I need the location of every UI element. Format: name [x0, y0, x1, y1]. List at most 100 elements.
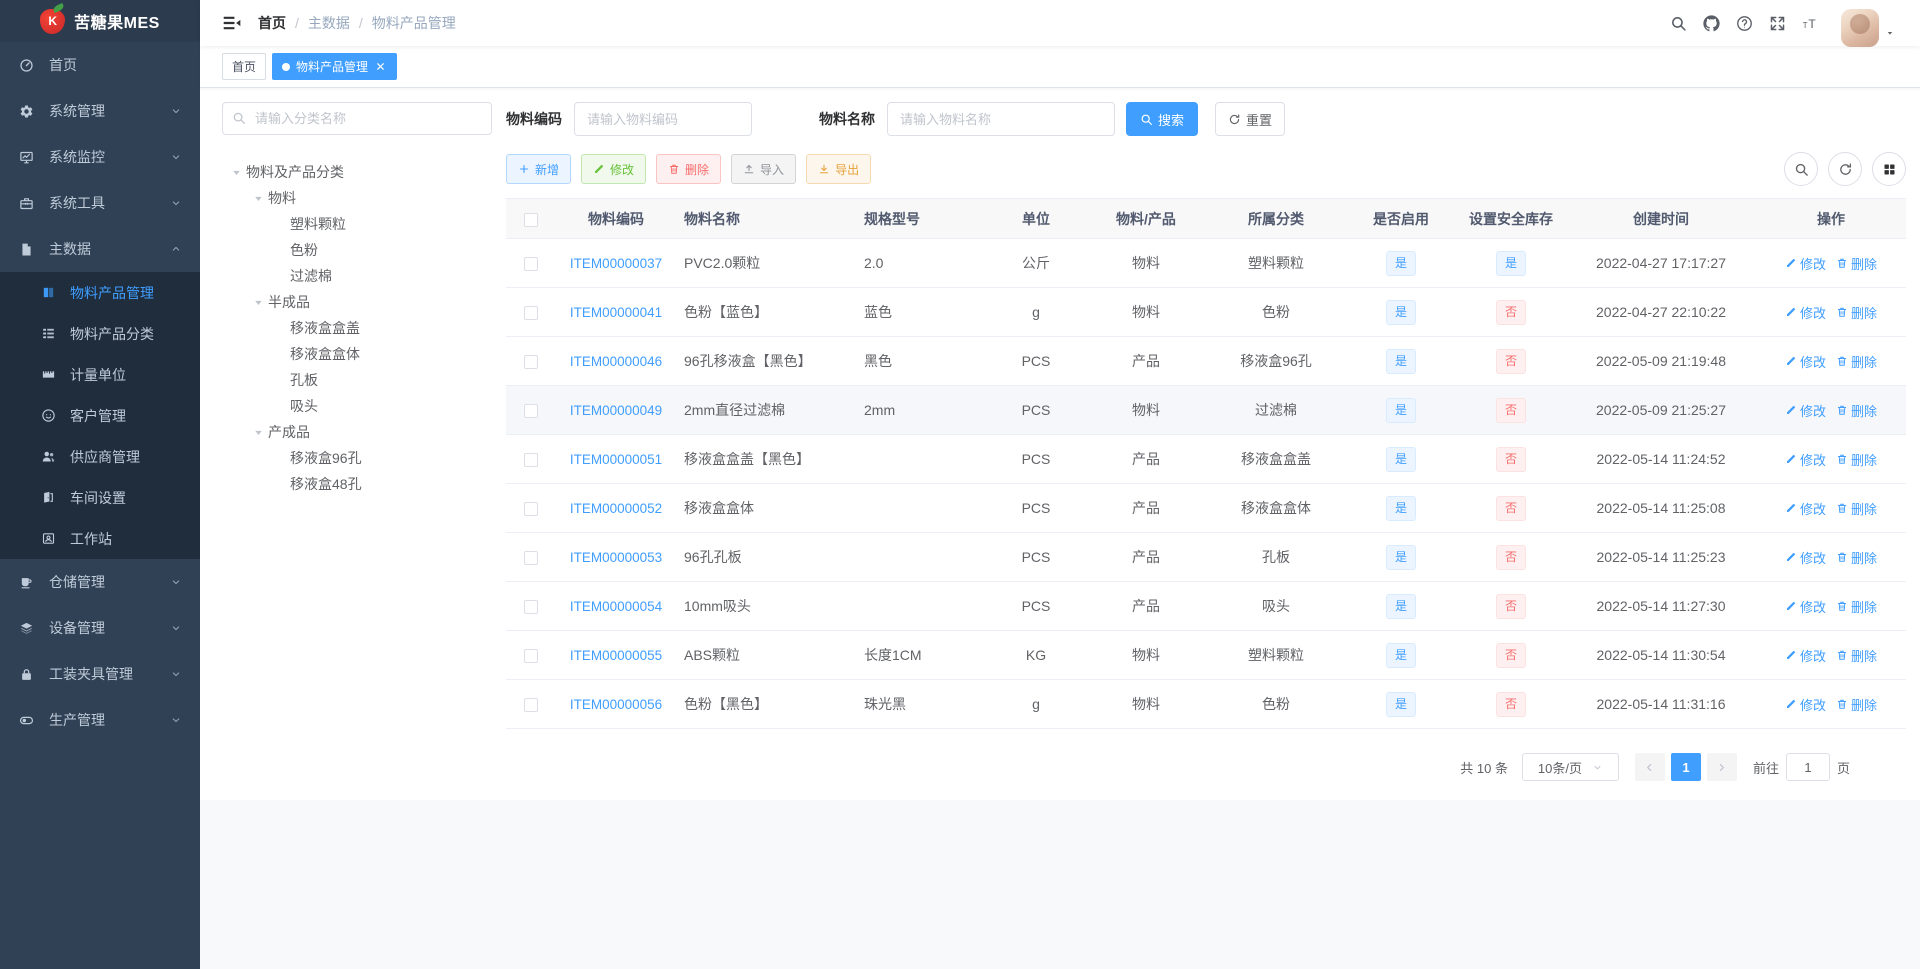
column-header[interactable]: 规格型号 — [856, 198, 986, 239]
reset-button[interactable]: 重置 — [1215, 102, 1286, 136]
import-button[interactable]: 导入 — [731, 154, 797, 184]
delete-link[interactable]: 删除 — [1836, 450, 1877, 469]
edit-link[interactable]: 修改 — [1785, 499, 1826, 518]
next-page-button[interactable] — [1706, 753, 1737, 781]
help-icon[interactable] — [1736, 15, 1753, 32]
user-menu[interactable] — [1841, 9, 1895, 47]
edit-link[interactable]: 修改 — [1785, 254, 1826, 273]
sidebar-subitem-material-product-category[interactable]: 物料产品分类 — [0, 313, 200, 354]
column-settings-button[interactable] — [1872, 152, 1906, 186]
sidebar-subitem-workshop-setting[interactable]: 车间设置 — [0, 477, 200, 518]
sidebar-item-system-monitor[interactable]: 系统监控 — [0, 134, 200, 180]
material-code-link[interactable]: ITEM00000049 — [570, 403, 662, 418]
tree-node[interactable]: 产成品 — [222, 419, 492, 445]
tree-node[interactable]: 色粉 — [222, 237, 492, 263]
select-all-checkbox[interactable] — [524, 212, 538, 227]
row-checkbox[interactable] — [524, 404, 538, 419]
edit-link[interactable]: 修改 — [1785, 548, 1826, 567]
material-code-link[interactable]: ITEM00000054 — [570, 599, 662, 614]
toggle-search-button[interactable] — [1784, 152, 1818, 186]
row-checkbox[interactable] — [524, 306, 538, 321]
delete-button[interactable]: 删除 — [656, 154, 722, 184]
fullscreen-icon[interactable] — [1769, 15, 1786, 32]
sidebar-item-home[interactable]: 首页 — [0, 42, 200, 88]
tree-node[interactable]: 过滤棉 — [222, 263, 492, 289]
tree-node[interactable]: 塑料颗粒 — [222, 211, 492, 237]
github-icon[interactable] — [1703, 14, 1720, 32]
delete-link[interactable]: 删除 — [1836, 548, 1877, 567]
close-icon[interactable] — [374, 60, 387, 73]
page-size-select[interactable]: 10条/页 — [1521, 753, 1619, 781]
column-header[interactable]: 创建时间 — [1566, 198, 1756, 239]
search-icon[interactable] — [1670, 15, 1687, 32]
material-code-link[interactable]: ITEM00000053 — [570, 550, 662, 565]
sidebar-subitem-material-product-mgmt[interactable]: 物料产品管理 — [0, 272, 200, 313]
material-code-link[interactable]: ITEM00000046 — [570, 354, 662, 369]
column-header[interactable]: 所属分类 — [1206, 198, 1346, 239]
tree-node[interactable]: 孔板 — [222, 367, 492, 393]
delete-link[interactable]: 删除 — [1836, 254, 1877, 273]
delete-link[interactable]: 删除 — [1836, 695, 1877, 714]
sidebar-item-production-mgmt[interactable]: 生产管理 — [0, 697, 200, 743]
sidebar-item-equipment-mgmt[interactable]: 设备管理 — [0, 605, 200, 651]
material-code-link[interactable]: ITEM00000051 — [570, 452, 662, 467]
tree-node[interactable]: 移液盒96孔 — [222, 445, 492, 471]
avatar[interactable] — [1841, 9, 1879, 47]
tab-home[interactable]: 首页 — [222, 53, 267, 80]
edit-button[interactable]: 修改 — [581, 154, 647, 184]
column-header[interactable]: 是否启用 — [1346, 198, 1456, 239]
material-code-link[interactable]: ITEM00000041 — [570, 305, 662, 320]
material-code-input[interactable] — [574, 102, 752, 136]
search-button[interactable]: 搜索 — [1126, 102, 1199, 136]
edit-link[interactable]: 修改 — [1785, 401, 1826, 420]
delete-link[interactable]: 删除 — [1836, 597, 1877, 616]
material-code-link[interactable]: ITEM00000056 — [570, 697, 662, 712]
column-header[interactable]: 单位 — [986, 198, 1086, 239]
tree-caret-icon[interactable] — [248, 191, 268, 205]
sidebar-subitem-workstation[interactable]: 工作站 — [0, 518, 200, 559]
tree-caret-icon[interactable] — [226, 165, 246, 179]
tab-active[interactable]: 物料产品管理 — [272, 53, 398, 80]
category-search-input[interactable] — [222, 102, 492, 135]
sidebar-item-system-tools[interactable]: 系统工具 — [0, 180, 200, 226]
edit-link[interactable]: 修改 — [1785, 303, 1826, 322]
sidebar-item-system-mgmt[interactable]: 系统管理 — [0, 88, 200, 134]
material-code-link[interactable]: ITEM00000055 — [570, 648, 662, 663]
breadcrumb-item[interactable]: 首页 — [258, 13, 286, 33]
edit-link[interactable]: 修改 — [1785, 450, 1826, 469]
export-button[interactable]: 导出 — [806, 154, 872, 184]
tree-node[interactable]: 移液盒盒体 — [222, 341, 492, 367]
delete-link[interactable]: 删除 — [1836, 401, 1877, 420]
tree-node[interactable]: 移液盒48孔 — [222, 471, 492, 497]
tree-node[interactable]: 移液盒盒盖 — [222, 315, 492, 341]
edit-link[interactable]: 修改 — [1785, 646, 1826, 665]
column-header[interactable]: 设置安全库存 — [1456, 198, 1566, 239]
column-header[interactable]: 物料/产品 — [1086, 198, 1206, 239]
delete-link[interactable]: 删除 — [1836, 352, 1877, 371]
material-name-input[interactable] — [887, 102, 1115, 136]
row-checkbox[interactable] — [524, 600, 538, 615]
tree-node[interactable]: 吸头 — [222, 393, 492, 419]
row-checkbox[interactable] — [524, 355, 538, 370]
hamburger-menu-icon[interactable] — [222, 13, 242, 33]
column-header[interactable]: 物料名称 — [676, 198, 856, 239]
edit-link[interactable]: 修改 — [1785, 597, 1826, 616]
column-header[interactable]: 物料编码 — [556, 198, 676, 239]
app-logo[interactable]: K 苦糖果MES — [0, 0, 200, 42]
sidebar-subitem-measure-unit[interactable]: 计量单位 — [0, 354, 200, 395]
row-checkbox[interactable] — [524, 502, 538, 517]
tree-caret-icon[interactable] — [248, 425, 268, 439]
delete-link[interactable]: 删除 — [1836, 499, 1877, 518]
row-checkbox[interactable] — [524, 551, 538, 566]
tree-node[interactable]: 物料 — [222, 185, 492, 211]
sidebar-item-warehouse-mgmt[interactable]: 仓储管理 — [0, 559, 200, 605]
sidebar-item-tooling-fixture-mgmt[interactable]: 工装夹具管理 — [0, 651, 200, 697]
add-button[interactable]: 新增 — [506, 154, 572, 184]
tree-caret-icon[interactable] — [248, 295, 268, 309]
row-checkbox[interactable] — [524, 257, 538, 272]
sidebar-subitem-customer-mgmt[interactable]: 客户管理 — [0, 395, 200, 436]
row-checkbox[interactable] — [524, 698, 538, 713]
column-header[interactable]: 操作 — [1756, 198, 1906, 239]
delete-link[interactable]: 删除 — [1836, 303, 1877, 322]
row-checkbox[interactable] — [524, 649, 538, 664]
